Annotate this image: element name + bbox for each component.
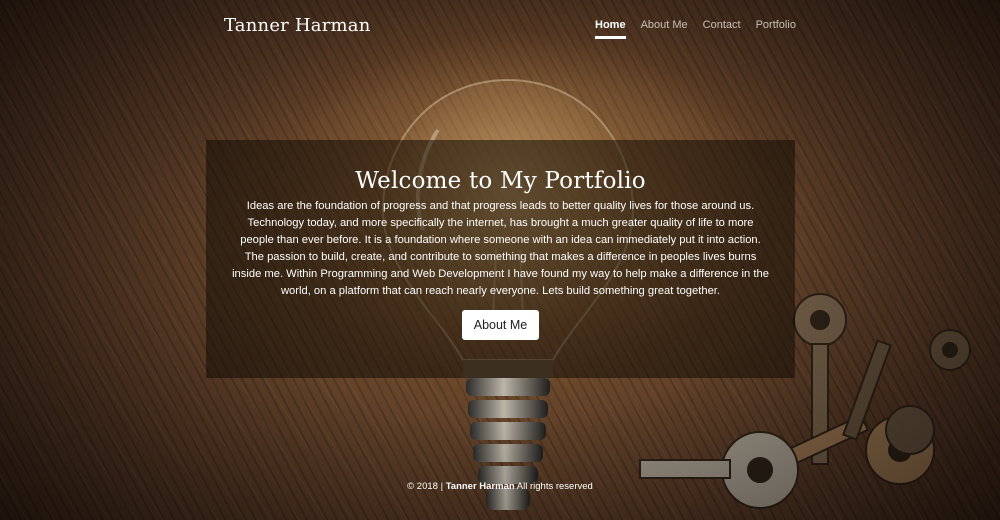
footer-copyright: © 2018 | (407, 481, 444, 492)
hero-title: Welcome to My Portfolio (355, 168, 646, 194)
footer: © 2018 | Tanner Harman All rights reserv… (0, 481, 1000, 492)
nav-contact[interactable]: Contact (703, 19, 741, 39)
page: Tanner Harman Home About Me Contact Port… (0, 0, 1000, 520)
hero-description: Ideas are the foundation of progress and… (232, 200, 769, 297)
nav-home[interactable]: Home (595, 19, 626, 39)
footer-rights: All rights reserved (516, 481, 593, 492)
about-me-button[interactable]: About Me (461, 310, 540, 340)
site-brand[interactable]: Tanner Harman (224, 15, 371, 36)
main-nav: Home About Me Contact Portfolio (595, 19, 796, 39)
nav-about-me[interactable]: About Me (641, 19, 688, 39)
hero-panel: Welcome to My Portfolio Ideas are the fo… (206, 140, 795, 378)
footer-name: Tanner Harman (445, 481, 515, 492)
nav-portfolio[interactable]: Portfolio (756, 19, 796, 39)
